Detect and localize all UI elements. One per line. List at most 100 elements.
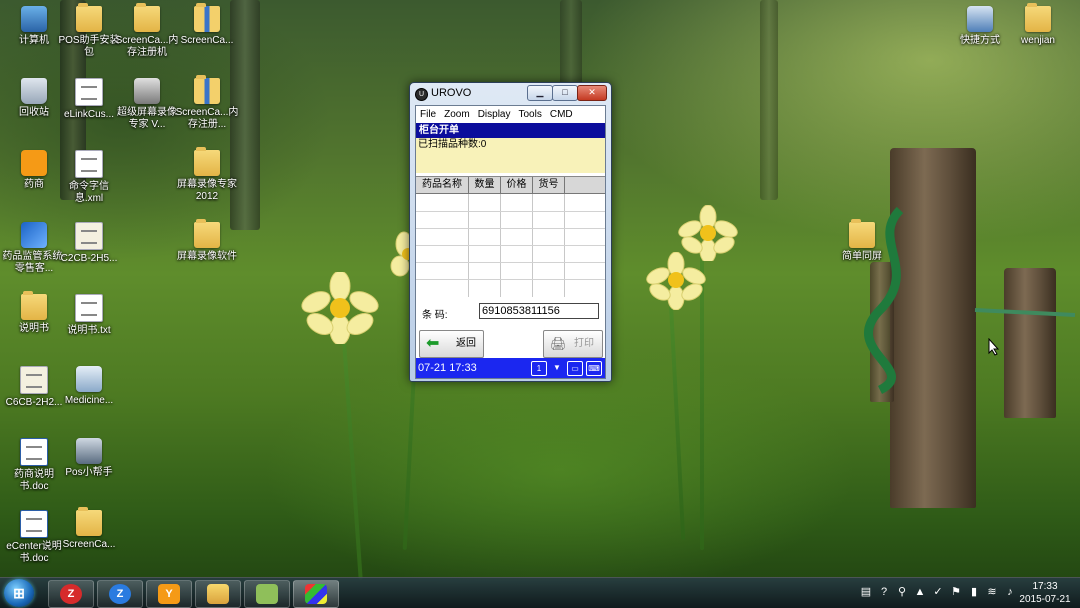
desktop-icon[interactable]: ScreenCa...内存注册机	[113, 3, 181, 59]
update-tray-icon[interactable]: ✓	[932, 585, 944, 599]
desktop-icon[interactable]: ScreenCa...内存注册...	[173, 75, 241, 131]
flower-stem	[668, 300, 686, 540]
folder-icon	[76, 3, 102, 32]
wifi-tray-icon[interactable]: ≋	[986, 585, 998, 599]
desktop-icon[interactable]: ScreenCa...	[55, 507, 123, 551]
desktop-icon[interactable]: 说明书.txt	[55, 294, 123, 337]
desktop-icon[interactable]: 简单同屏	[828, 219, 896, 263]
desktop-icon[interactable]: wenjian	[1004, 3, 1072, 47]
scanned-count: 已扫描品种数:0	[416, 138, 605, 173]
device-screen: File Zoom Display Tools CMD 柜台开单 已扫描品种数:…	[415, 105, 606, 379]
desktop-icon[interactable]: 超级屏幕录像专家 V...	[113, 78, 181, 131]
battery-tray-icon[interactable]: ▮	[968, 585, 980, 599]
desktop-icon[interactable]: C2CB-2H5...	[55, 222, 123, 265]
menu-display[interactable]: Display	[478, 106, 516, 123]
menu-tools[interactable]: Tools	[518, 106, 546, 123]
show-hidden-icons[interactable]: ▲	[914, 585, 926, 599]
taskbar-app[interactable]: Z	[97, 580, 143, 608]
taskbar-app[interactable]: Y	[146, 580, 192, 608]
print-button[interactable]: 🖨 打印	[543, 330, 603, 358]
pharmacy-app-icon	[21, 150, 47, 176]
window-titlebar[interactable]: U UROVO ▁ □ ✕	[410, 83, 611, 104]
folder-icon	[194, 147, 220, 176]
medicine-app-icon	[76, 366, 102, 392]
close-button[interactable]: ✕	[577, 85, 607, 101]
menu-file[interactable]: File	[420, 106, 441, 123]
taskbar-app[interactable]: Z	[48, 580, 94, 608]
menu-zoom[interactable]: Zoom	[444, 106, 475, 123]
desktop-icon-label: 说明书.txt	[67, 325, 111, 336]
barcode-label: 条 码:	[422, 310, 448, 321]
word-doc-icon	[20, 510, 48, 538]
grid-line	[416, 228, 605, 229]
back-label: 返回	[456, 338, 476, 349]
desktop-icon[interactable]: ScreenCa...	[173, 3, 241, 47]
certificate-icon	[75, 222, 103, 250]
desktop-icon-label: ScreenCa...	[180, 35, 234, 46]
desktop-icon[interactable]: Medicine...	[55, 366, 123, 407]
menu-cmd[interactable]: CMD	[550, 106, 578, 123]
grid-line	[416, 262, 605, 263]
folder-icon	[134, 3, 160, 32]
column-header[interactable]: 货号	[533, 177, 565, 193]
taskbar-app[interactable]	[195, 580, 241, 608]
desktop-icon-label: ScreenCa...内存注册...	[175, 107, 239, 130]
clock-date: 2015-07-21	[1019, 594, 1071, 605]
certificate-icon	[20, 366, 48, 394]
taskbar-clock[interactable]: 17:33 2015-07-21	[1014, 580, 1076, 606]
taskbar-app-active[interactable]	[293, 580, 339, 608]
keyboard-icon[interactable]: ⌨	[586, 361, 602, 376]
battery-icon: ▭	[567, 361, 583, 376]
desktop-icon[interactable]: Pos小帮手	[55, 438, 123, 479]
archive-icon	[194, 3, 220, 32]
keyboard-tray-icon[interactable]: ▤	[860, 585, 872, 599]
desktop-icon-label: 简单同屏	[842, 251, 882, 262]
folder-icon	[1025, 3, 1051, 32]
column-header[interactable]: 数量	[469, 177, 501, 193]
desktop-icon-label: ScreenCa...内存注册机	[115, 35, 179, 58]
screen-header: 柜台开单	[416, 123, 605, 138]
signal-icon: ▼	[553, 363, 561, 372]
recycle-bin-icon	[21, 78, 47, 104]
network-tray-icon[interactable]: ⚲	[896, 585, 908, 599]
start-button[interactable]: ⊞	[4, 579, 34, 607]
minimize-button[interactable]: ▁	[527, 85, 553, 101]
items-table[interactable]: 药品名称 数量 价格 货号	[416, 176, 605, 297]
table-header: 药品名称 数量 价格 货号	[416, 177, 605, 194]
back-button[interactable]: ⬅ 返回	[419, 330, 484, 358]
device-status-bar: 07-21 17:33 1 ▼ ▭ ⌨	[416, 358, 605, 378]
menu-bar: File Zoom Display Tools CMD	[416, 106, 605, 123]
desktop-icon[interactable]: 屏幕录像专家2012	[173, 147, 241, 203]
desktop-icon-label: C2CB-2H5...	[60, 253, 118, 264]
desktop-icon-label: ScreenCa...	[62, 539, 116, 550]
status-time: 07-21 17:33	[418, 362, 477, 374]
maximize-button[interactable]: □	[552, 85, 578, 101]
desktop-icon-label: 超级屏幕录像专家 V...	[117, 107, 177, 130]
barcode-row: 条 码:	[416, 300, 605, 324]
setup-icon	[75, 78, 103, 106]
desktop-icon-label: Pos小帮手	[65, 467, 113, 478]
xml-file-icon	[75, 150, 103, 178]
desktop-icon[interactable]: 屏幕录像软件	[173, 219, 241, 263]
flag-tray-icon[interactable]: ⚑	[950, 585, 962, 599]
column-header[interactable]: 价格	[501, 177, 533, 193]
desktop-icon[interactable]: 命令字信息.xml	[55, 150, 123, 205]
folder-icon	[21, 291, 47, 320]
notes-icon	[256, 584, 278, 604]
taskbar-app[interactable]	[244, 580, 290, 608]
keyboard-mode-icon[interactable]: 1	[531, 361, 547, 376]
barcode-input[interactable]	[479, 303, 599, 319]
desktop-icon-label: Medicine...	[64, 395, 114, 406]
z-app-blue-icon: Z	[109, 584, 131, 604]
urovo-window[interactable]: U UROVO ▁ □ ✕ File Zoom Display Tools CM…	[409, 82, 612, 382]
desktop-icon-label: wenjian	[1021, 35, 1055, 46]
system-tray: ▤ ? ⚲ ▲ ✓ ⚑ ▮ ≋ ♪	[860, 585, 1016, 599]
window-title: UROVO	[431, 87, 472, 99]
grid-line	[416, 245, 605, 246]
green-arrow-left-icon: ⬅	[426, 335, 440, 352]
column-header[interactable]: 药品名称	[416, 177, 469, 193]
urovo-app-icon: U	[415, 88, 428, 101]
emulator-icon	[305, 584, 327, 604]
help-tray-icon[interactable]: ?	[878, 585, 890, 599]
z-app-red-icon: Z	[60, 584, 82, 604]
